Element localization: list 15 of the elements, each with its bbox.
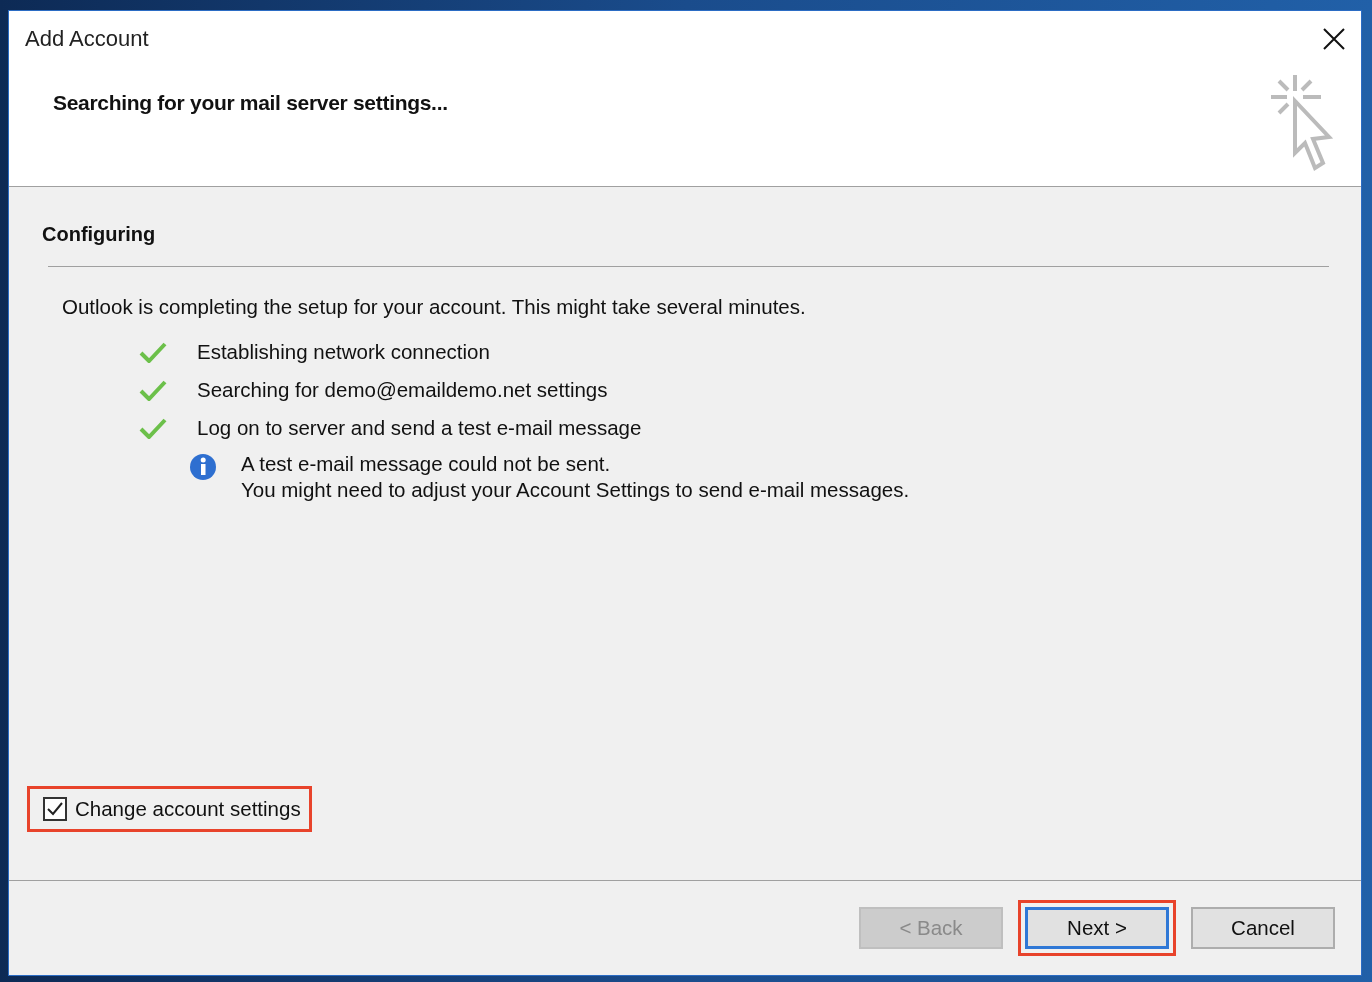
dialog-button[interactable]: Cancel xyxy=(1191,907,1335,949)
section-title: Configuring xyxy=(42,223,157,246)
dialog-button[interactable]: Next > xyxy=(1025,907,1169,949)
notice-text: A test e-mail message could not be sent. You might need to adjust your Account Settings to send e-mail messages. xyxy=(241,451,910,503)
step-text: Establishing network connection xyxy=(197,340,490,364)
checkbox-label[interactable]: Change account settings xyxy=(75,797,301,821)
intro-text: Outlook is completing the setup for your account. This might take several minutes. xyxy=(62,295,807,319)
checkbox[interactable] xyxy=(43,797,67,821)
step-text: Searching for demo@emaildemo.net settings xyxy=(197,378,608,402)
info-icon xyxy=(189,453,217,481)
header-heading: Searching for your mail server settings... xyxy=(53,91,448,115)
cursor-click-icon xyxy=(1269,73,1335,173)
window-title: Add Account xyxy=(25,26,149,52)
close-icon[interactable] xyxy=(1323,28,1345,50)
step-text: Log on to server and send a test e-mail message xyxy=(197,416,642,440)
